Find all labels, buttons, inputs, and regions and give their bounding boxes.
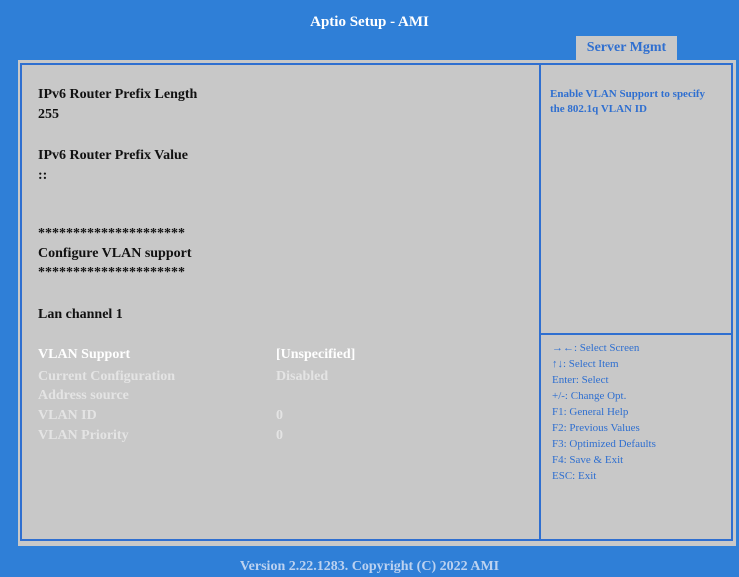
prefix-value-label: IPv6 Router Prefix Value — [38, 148, 188, 163]
setting-address-source-label: Address source — [38, 388, 129, 403]
setting-vlan-id-label: VLAN ID — [38, 408, 97, 423]
help-description: Enable VLAN Support to specify the 802.1… — [550, 88, 706, 115]
section-title: Configure VLAN support — [38, 246, 192, 261]
key-legend: →←: Select Screen ↑↓: Select Item Enter:… — [552, 340, 732, 484]
key-hint-previous-values: F2: Previous Values — [552, 422, 640, 434]
setting-vlan-id-value: 0 — [276, 408, 283, 423]
key-hint-select-item: ↑↓: Select Item — [552, 358, 619, 370]
key-hint-enter: Enter: Select — [552, 374, 609, 386]
key-hint-optimized-defaults: F3: Optimized Defaults — [552, 438, 656, 450]
setting-vlan-priority-value: 0 — [276, 428, 283, 443]
tab-strip: Server Mgmt — [0, 36, 739, 60]
key-hint-change-opt: +/-: Change Opt. — [552, 390, 627, 402]
key-hint-general-help: F1: General Help — [552, 406, 629, 418]
setting-current-config-label: Current Configuration — [38, 369, 176, 384]
separator-stars-top: ********************* — [38, 226, 185, 241]
window-title: Aptio Setup - AMI — [310, 14, 429, 30]
separator-stars-bottom: ********************* — [38, 265, 185, 280]
setting-vlan-support-value[interactable]: [Unspecified] — [276, 347, 355, 363]
prefix-length-label: IPv6 Router Prefix Length — [38, 87, 198, 102]
help-divider — [541, 333, 733, 335]
prefix-length-value: 255 — [38, 107, 59, 122]
key-hint-save-exit: F4: Save & Exit — [552, 454, 624, 466]
footer-version: Version 2.22.1283. Copyright (C) 2022 AM… — [239, 559, 500, 574]
tab-server-mgmt[interactable]: Server Mgmt — [576, 36, 677, 60]
lan-channel-label: Lan channel 1 — [38, 307, 123, 322]
setting-current-config-value: Disabled — [276, 369, 329, 384]
key-hint-exit: ESC: Exit — [552, 470, 597, 482]
setting-vlan-support-label[interactable]: VLAN Support — [38, 347, 130, 363]
vertical-divider — [539, 63, 541, 541]
setting-vlan-priority-label: VLAN Priority — [38, 428, 129, 443]
prefix-value-value: :: — [38, 168, 48, 183]
key-hint-select-screen: →←: Select Screen — [552, 342, 640, 354]
